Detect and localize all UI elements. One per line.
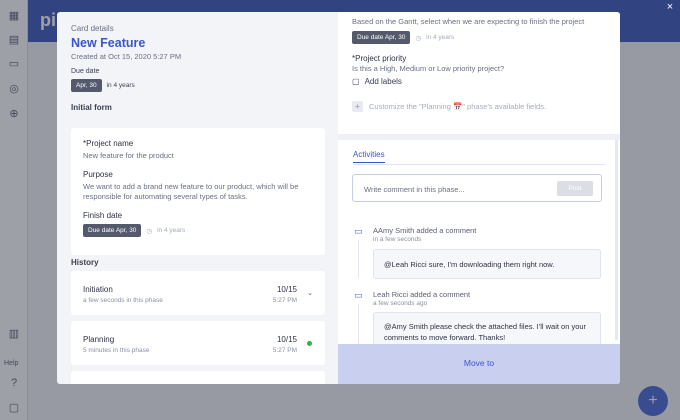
move-to-button[interactable]: Move to [338, 344, 620, 384]
phase-due-relative: in 4 years [426, 34, 455, 41]
phase-due-row: Due date Apr, 30 ◷ in 4 years [352, 31, 454, 44]
comment-placeholder: Write comment in this phase... [364, 185, 465, 194]
move-to-label: Move to [463, 358, 495, 368]
due-date-row: Apr, 30 in 4 years [71, 79, 135, 92]
right-scrollbar[interactable] [615, 140, 618, 340]
current-phase-dot [307, 341, 312, 346]
activities-section: Activities Write comment in this phase..… [338, 140, 620, 352]
clock-icon: ◷ [146, 227, 153, 235]
priority-label: *Project priority [352, 54, 407, 63]
history-item[interactable] [71, 371, 325, 384]
feed-connector [358, 240, 359, 278]
feed-time: in a few seconds [373, 236, 422, 243]
history-item-name: Planning [83, 335, 115, 344]
feed-author: Leah Ricci added a comment [373, 290, 471, 299]
history-item-time: 5:27 PM [272, 297, 297, 304]
priority-question: Is this a High, Medium or Low priority p… [352, 64, 505, 73]
history-item-duration: a few seconds in this phase [83, 297, 163, 304]
comment-input[interactable]: Write comment in this phase... Post [352, 174, 602, 202]
add-labels-button[interactable]: ▢ Add labels [352, 77, 402, 86]
add-labels-text: Add labels [364, 77, 402, 86]
chevron-down-icon[interactable]: ⌄ [307, 289, 313, 297]
due-date-relative: in 4 years [106, 82, 135, 89]
finish-date-label: Finish date [83, 211, 123, 220]
finish-date-relative: in 4 years [157, 227, 186, 234]
customize-fields-button[interactable]: + Customize the "Planning 📅" phase's ava… [352, 101, 546, 112]
phase-fields: Based on the Gantt, select when we are e… [338, 12, 620, 134]
history-item-planning[interactable]: Planning 5 minutes in this phase 10/15 5… [71, 321, 325, 365]
phase-panel: Based on the Gantt, select when we are e… [338, 12, 620, 384]
tag-icon: ▢ [352, 77, 360, 86]
divider [353, 164, 605, 165]
phase-due-chip[interactable]: Due date Apr, 30 [352, 31, 411, 44]
comment-icon: ▭ [354, 290, 363, 300]
history-item-date: 10/15 [276, 335, 297, 344]
history-item-duration: 5 minutes in this phase [83, 347, 150, 354]
comment-icon: ▭ [354, 226, 363, 236]
project-name-label: *Project name [83, 139, 134, 148]
card-details-panel: Card details New Feature Created at Oct … [57, 12, 343, 384]
finish-question: Based on the Gantt, select when we are e… [352, 17, 585, 26]
due-date-chip[interactable]: Apr, 30 [71, 79, 102, 92]
post-button[interactable]: Post [557, 181, 593, 196]
tab-activities[interactable]: Activities [353, 150, 385, 163]
history-item-date: 10/15 [276, 285, 297, 294]
created-at: Created at Oct 15, 2020 5:27 PM [71, 52, 182, 61]
initial-form-title: Initial form [71, 103, 112, 112]
initial-form-card: *Project name New feature for the produc… [71, 128, 325, 255]
card-kicker: Card details [71, 24, 114, 33]
purpose-label: Purpose [83, 170, 113, 179]
purpose-value: We want to add a brand new feature to ou… [83, 182, 299, 201]
history-item-name: Initiation [83, 285, 113, 294]
finish-date-chip: Due date Apr, 30 [83, 224, 142, 237]
clock-icon: ◷ [415, 34, 422, 42]
card-title[interactable]: New Feature [71, 36, 329, 50]
feed-connector [358, 304, 359, 344]
feed-time: a few seconds ago [373, 300, 428, 307]
comment-bubble: @Leah Ricci sure, I'm downloading them r… [373, 249, 601, 279]
history-item-initiation[interactable]: Initiation a few seconds in this phase 1… [71, 271, 325, 315]
feed-author: AAmy Smith added a comment [373, 226, 477, 235]
history-title: History [71, 258, 99, 267]
history-item-time: 5:27 PM [272, 347, 297, 354]
close-icon[interactable]: × [664, 1, 676, 13]
project-name-value: New feature for the product [83, 151, 174, 160]
plus-icon: + [352, 101, 363, 112]
due-date-label: Due date [71, 68, 100, 75]
customize-text: Customize the "Planning 📅" phase's avail… [369, 102, 547, 111]
